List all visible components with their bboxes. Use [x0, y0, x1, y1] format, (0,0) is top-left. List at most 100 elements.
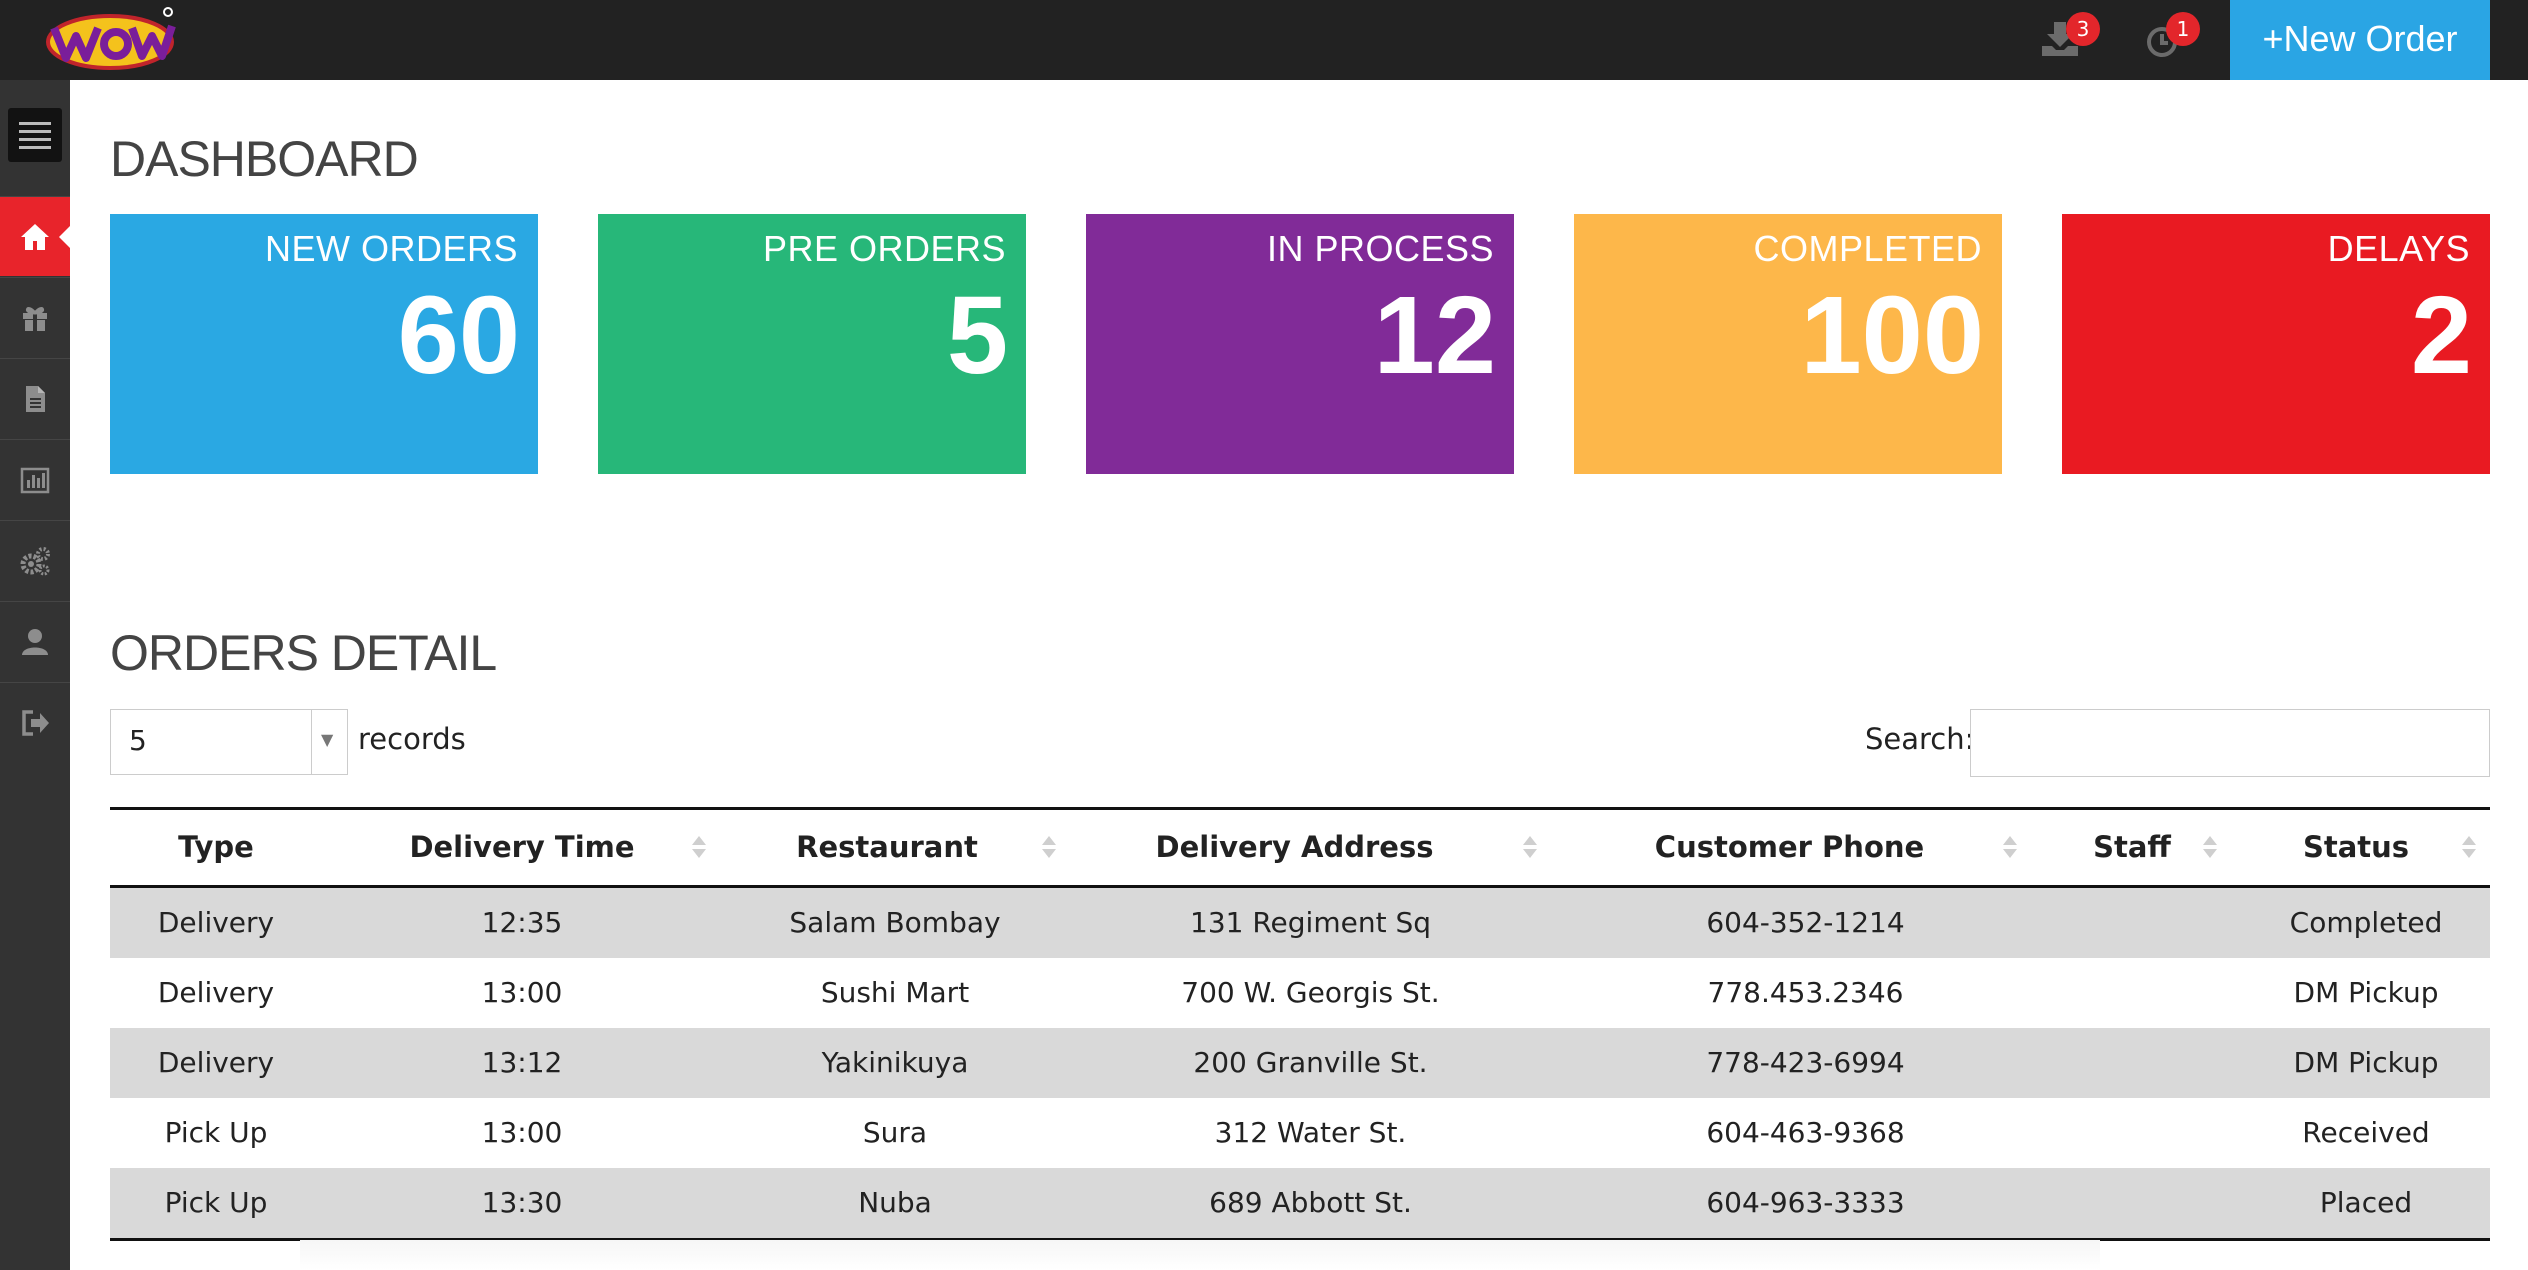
sidebar-item-users[interactable] — [0, 601, 70, 681]
card-value: 2 — [2410, 274, 2472, 397]
document-icon — [26, 386, 45, 412]
card-value: 60 — [397, 274, 520, 397]
cell-delivery-time: 13:30 — [481, 1186, 563, 1219]
home-icon — [21, 224, 49, 250]
dashboard-title: DASHBOARD — [110, 131, 419, 187]
sort-icon[interactable] — [1523, 836, 1537, 860]
cell-customer-phone: 778.453.2346 — [1707, 976, 1904, 1009]
cell-delivery-time: 13:00 — [481, 976, 563, 1009]
cell-staff — [2058, 958, 2238, 1028]
table-row[interactable]: Delivery 13:00 Sushi Mart 700 W. Georgis… — [110, 958, 2490, 1028]
cell-staff — [2058, 1168, 2238, 1238]
cell-restaurant: Yakinikuya — [821, 1046, 969, 1079]
column-header-delivery-address[interactable]: Delivery Address — [1052, 810, 1537, 885]
cell-status: Placed — [2319, 1186, 2413, 1219]
completed-card[interactable]: COMPLETED 100 — [1574, 214, 2002, 474]
sort-icon[interactable] — [2462, 836, 2476, 860]
cell-type: Delivery — [157, 976, 275, 1009]
table-header: Type Delivery Time Restaurant Delivery A… — [110, 810, 2490, 888]
records-label: records — [358, 722, 466, 756]
card-value: 12 — [1373, 274, 1496, 397]
cell-type: Delivery — [157, 906, 275, 939]
orders-detail-title: ORDERS DETAIL — [110, 625, 497, 681]
delays-card[interactable]: DELAYS 2 — [2062, 214, 2490, 474]
card-label: IN PROCESS — [1266, 228, 1494, 269]
cell-staff — [2058, 1028, 2238, 1098]
cell-delivery-address: 700 W. Georgis St. — [1181, 976, 1440, 1009]
cell-delivery-time: 13:00 — [481, 1116, 563, 1149]
column-header-restaurant[interactable]: Restaurant — [722, 810, 1052, 885]
cell-type: Delivery — [157, 1046, 275, 1079]
cell-customer-phone: 604-352-1214 — [1706, 906, 1905, 939]
wow-logo[interactable] — [40, 2, 180, 76]
cell-restaurant: Sura — [862, 1116, 928, 1149]
sidebar-item-home[interactable] — [0, 196, 71, 276]
card-label: DELAYS — [2327, 228, 2470, 269]
sidebar-item-settings[interactable] — [0, 520, 70, 600]
card-value: 5 — [946, 274, 1008, 397]
in-process-card[interactable]: IN PROCESS 12 — [1086, 214, 1514, 474]
chevron-down-icon: ▼ — [321, 730, 334, 749]
cell-restaurant: Salam Bombay — [789, 906, 1001, 939]
bar-chart-icon — [20, 467, 50, 494]
cell-delivery-time: 12:35 — [481, 906, 563, 939]
column-header-staff[interactable]: Staff — [2042, 810, 2222, 885]
card-label: COMPLETED — [1753, 228, 1982, 269]
sidebar-item-reports[interactable] — [0, 439, 70, 519]
cell-customer-phone: 604-463-9368 — [1706, 1116, 1905, 1149]
sidebar-item-logout[interactable] — [0, 682, 70, 762]
card-label: PRE ORDERS — [762, 228, 1006, 269]
sidebar-item-gifts[interactable] — [0, 277, 70, 357]
records-per-page-select[interactable]: 5 ▼ — [110, 709, 348, 775]
top-bar: 3 1 +New Order — [0, 0, 2528, 80]
pre-orders-card[interactable]: PRE ORDERS 5 — [598, 214, 1026, 474]
table-row[interactable]: Pick Up 13:30 Nuba 689 Abbott St. 604-96… — [110, 1168, 2490, 1238]
table-row[interactable]: Pick Up 13:00 Sura 312 Water St. 604-463… — [110, 1098, 2490, 1168]
hamburger-menu-icon[interactable] — [8, 108, 62, 162]
gears-icon — [20, 547, 50, 576]
user-icon — [22, 629, 48, 655]
sidebar — [0, 80, 71, 1270]
cell-delivery-address: 689 Abbott St. — [1209, 1186, 1412, 1219]
cell-customer-phone: 604-963-3333 — [1706, 1186, 1905, 1219]
orders-table: Type Delivery Time Restaurant Delivery A… — [110, 807, 2490, 1241]
cell-status: Completed — [2289, 906, 2443, 939]
download-badge: 3 — [2066, 12, 2100, 46]
new-orders-card[interactable]: NEW ORDERS 60 — [110, 214, 538, 474]
sign-out-icon — [22, 710, 49, 736]
sidebar-item-documents[interactable] — [0, 358, 70, 438]
cell-status: Received — [2302, 1116, 2430, 1149]
cell-type: Pick Up — [164, 1186, 268, 1219]
cell-type: Pick Up — [164, 1116, 268, 1149]
cell-staff — [2058, 888, 2238, 958]
column-header-customer-phone[interactable]: Customer Phone — [1537, 810, 2042, 885]
card-label: NEW ORDERS — [264, 228, 518, 269]
cell-delivery-time: 13:12 — [481, 1046, 563, 1079]
footer-shadow — [300, 1240, 2100, 1270]
table-row[interactable]: Delivery 13:12 Yakinikuya 200 Granville … — [110, 1028, 2490, 1098]
cell-customer-phone: 778-423-6994 — [1706, 1046, 1905, 1079]
card-value: 100 — [1800, 274, 1984, 397]
new-order-button[interactable]: +New Order — [2230, 0, 2490, 80]
column-header-status[interactable]: Status — [2222, 810, 2490, 885]
records-per-page-value: 5 — [129, 724, 147, 757]
sort-icon[interactable] — [2003, 836, 2017, 860]
gift-icon — [23, 307, 47, 331]
cell-status: DM Pickup — [2293, 976, 2439, 1009]
sort-icon[interactable] — [2203, 836, 2217, 860]
cell-delivery-address: 131 Regiment Sq — [1190, 906, 1431, 939]
cell-status: DM Pickup — [2293, 1046, 2439, 1079]
cell-delivery-address: 200 Granville St. — [1193, 1046, 1428, 1079]
cell-restaurant: Sushi Mart — [820, 976, 970, 1009]
column-header-delivery-time[interactable]: Delivery Time — [322, 810, 722, 885]
sort-icon[interactable] — [1042, 836, 1056, 860]
clock-badge: 1 — [2166, 12, 2200, 46]
search-input[interactable] — [1970, 709, 2490, 777]
cell-staff — [2058, 1098, 2238, 1168]
search-label: Search: — [1865, 722, 1975, 756]
cell-delivery-address: 312 Water St. — [1214, 1116, 1407, 1149]
table-row[interactable]: Delivery 12:35 Salam Bombay 131 Regiment… — [110, 888, 2490, 958]
sort-icon[interactable] — [692, 836, 706, 860]
column-header-type[interactable]: Type — [110, 810, 322, 885]
cell-restaurant: Nuba — [858, 1186, 932, 1219]
